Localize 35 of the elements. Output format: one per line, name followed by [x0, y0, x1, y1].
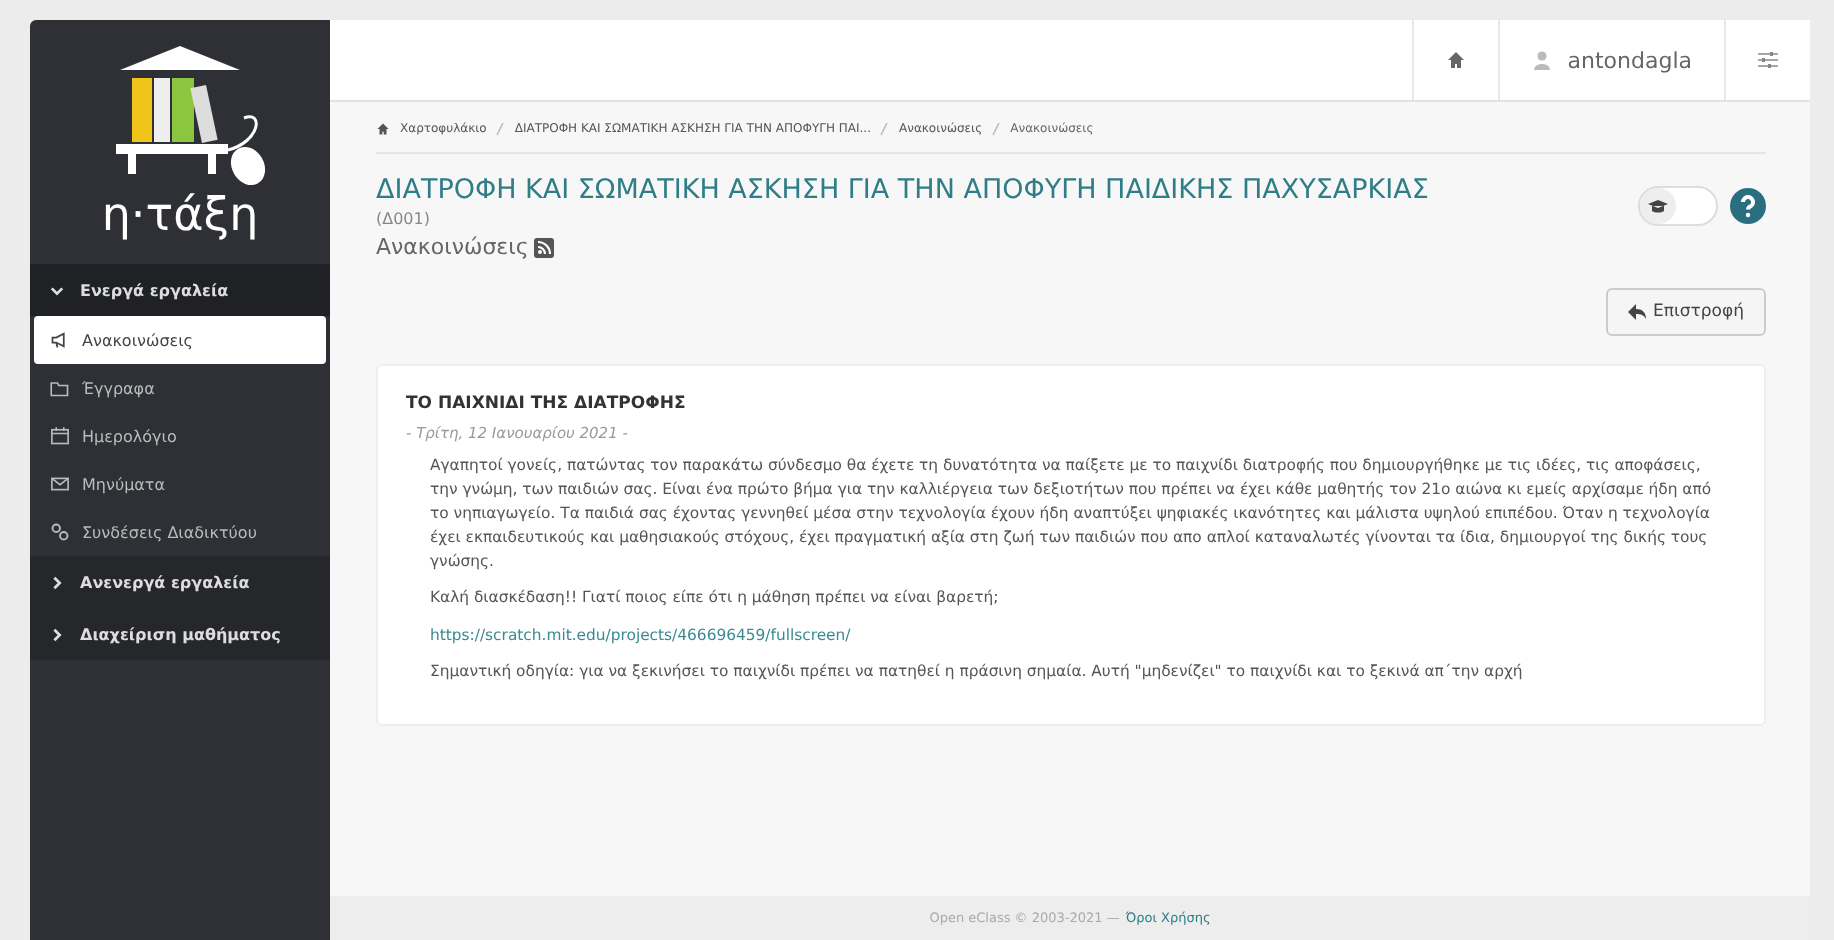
- help-icon[interactable]: [1730, 188, 1766, 224]
- sidebar-group-header[interactable]: Ενεργά εργαλεία: [30, 264, 330, 316]
- logo-text: η·τάξη: [101, 190, 259, 242]
- sidebar-group-header[interactable]: Διαχείριση μαθήματος: [30, 608, 330, 660]
- breadcrumb-separator-icon: [880, 122, 889, 136]
- sidebar-item[interactable]: Ημερολόγιο: [30, 412, 330, 460]
- chevron-icon: [50, 627, 64, 641]
- announcement-title: ΤΟ ΠΑΙΧΝΙΔΙ ΤΗΣ ΔΙΑΤΡΟΦΗΣ: [406, 394, 688, 414]
- section-title: Ανακοινώσεις: [376, 234, 529, 260]
- reply-arrow-icon: [1627, 304, 1646, 320]
- chevron-icon: [50, 575, 64, 589]
- breadcrumb-separator-icon: [496, 122, 505, 136]
- sidebar-group-header[interactable]: Ανενεργά εργαλεία: [30, 556, 330, 608]
- chevron-icon: [50, 283, 64, 297]
- calendar-icon: [50, 426, 70, 446]
- sliders-icon: [1758, 50, 1778, 70]
- user-menu-button[interactable]: antondagla: [1497, 20, 1724, 100]
- user-icon: [1531, 50, 1552, 70]
- link-icon: [50, 522, 70, 542]
- view-toggle[interactable]: [1638, 186, 1718, 226]
- home-icon: [1445, 50, 1466, 70]
- sidebar-item[interactable]: Ανακοινώσεις: [34, 316, 326, 364]
- course-code: (Δ001): [376, 210, 432, 228]
- graduation-cap-icon: [1648, 196, 1668, 216]
- envelope-icon: [50, 474, 70, 494]
- sidebar-item[interactable]: Μηνύματα: [30, 460, 330, 508]
- course-title: ΔΙΑΤΡΟΦΗ ΚΑΙ ΣΩΜΑΤΙΚΗ ΑΣΚΗΣΗ ΓΙΑ ΤΗΝ ΑΠΟΦΥΓΗ ΠΑΙΔΙΚΗΣ ΠΑΧΥΣΑΡΚΙΑΣ: [376, 174, 1429, 206]
- home-icon: [376, 122, 390, 136]
- sidebar-item[interactable]: Έγγραφα: [30, 364, 330, 412]
- folder-icon: [50, 378, 70, 398]
- breadcrumb-separator-icon: [992, 122, 1001, 136]
- rss-icon[interactable]: [534, 237, 555, 257]
- sidebar-item[interactable]: Συνδέσεις Διαδικτύου: [30, 508, 330, 556]
- megaphone-icon: [50, 330, 70, 350]
- back-button[interactable]: Επιστροφή: [1605, 288, 1766, 336]
